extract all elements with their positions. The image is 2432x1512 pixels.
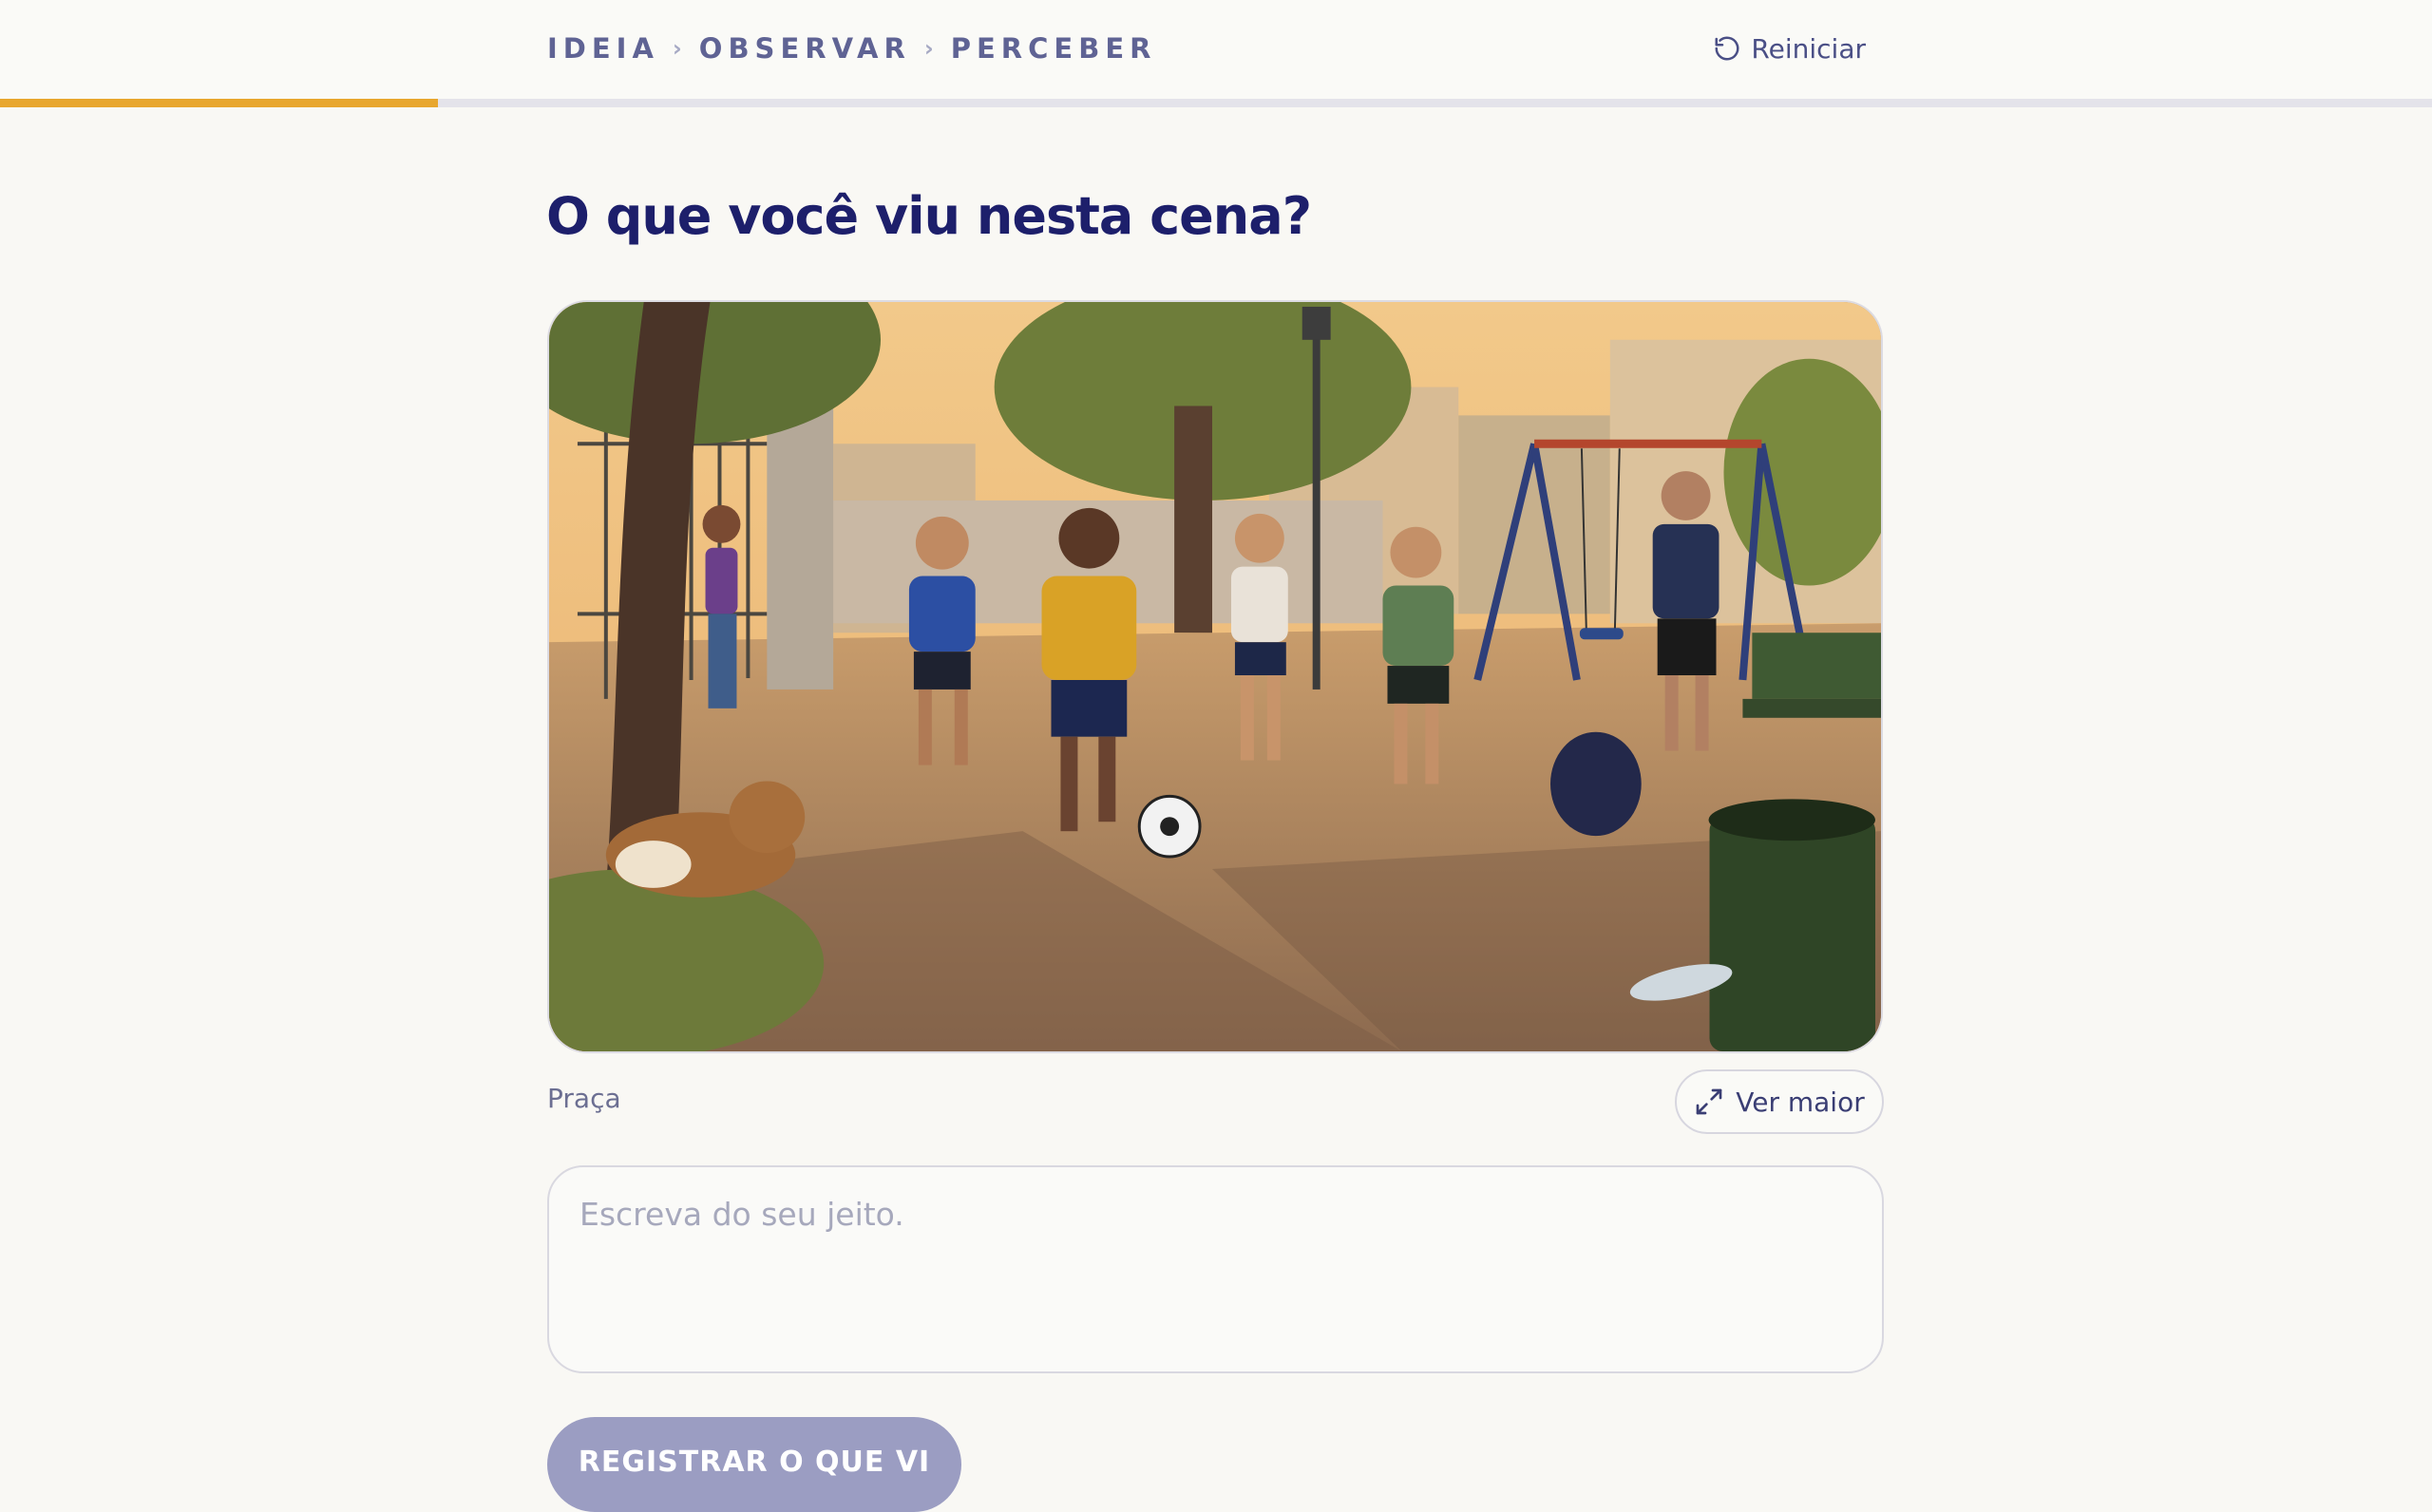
expand-icon [1694,1087,1724,1117]
register-button[interactable]: REGISTRAR O QUE VI [547,1417,961,1512]
breadcrumb-separator: › [672,35,682,62]
observation-input[interactable] [547,1165,1884,1373]
progress-bar [0,99,2432,107]
reset-button[interactable]: Reiniciar [1713,28,1866,68]
breadcrumb-step-observar: OBSERVAR [698,32,911,65]
rotate-ccw-icon [1713,34,1741,63]
view-larger-button[interactable]: Ver maior [1675,1069,1884,1134]
scene-caption: Praça [547,1083,621,1114]
scene-illustration [547,300,1883,1053]
view-larger-label: Ver maior [1736,1086,1865,1118]
page-title: O que você viu nesta cena? [546,186,1312,246]
top-bar: IDEIA › OBSERVAR › PERCEBER Reiniciar [0,0,2432,101]
breadcrumb-separator: › [923,35,934,62]
scene-image [549,302,1881,1051]
breadcrumb-step-ideia: IDEIA [547,32,659,65]
progress-bar-fill [0,99,438,107]
breadcrumb: IDEIA › OBSERVAR › PERCEBER [547,28,1156,68]
reset-label: Reiniciar [1751,32,1866,65]
breadcrumb-step-perceber: PERCEBER [950,32,1157,65]
